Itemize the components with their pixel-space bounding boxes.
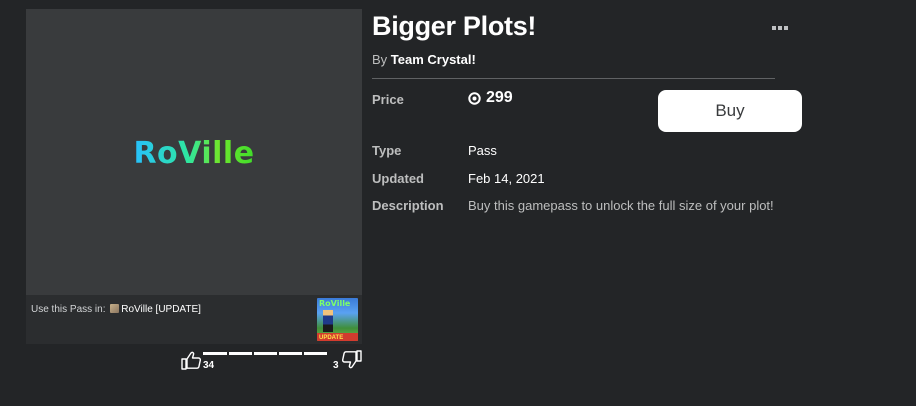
- more-dot: [772, 26, 776, 30]
- more-options-icon[interactable]: [772, 25, 788, 31]
- vote-bar-segment-gap: [252, 352, 254, 355]
- updated-label: Updated: [372, 171, 424, 186]
- robux-icon: [468, 91, 481, 105]
- vote-bar-segment-gap: [302, 352, 304, 355]
- vote-ratio-bar: [203, 352, 327, 355]
- description-text: Buy this gamepass to unlock the full siz…: [468, 198, 774, 213]
- roville-logo: RoVille: [133, 135, 255, 171]
- game-thumbnail[interactable]: RoVille UPDATE: [317, 298, 358, 341]
- game-mini-icon: [110, 304, 120, 313]
- more-dot: [784, 26, 788, 30]
- downvote-count: 3: [333, 360, 339, 371]
- item-thumbnail: RoVille: [26, 9, 362, 295]
- thumbs-down-icon[interactable]: [341, 350, 363, 370]
- price-amount: 299: [486, 89, 513, 106]
- game-thumbnail-title: RoVille: [319, 299, 351, 308]
- creator-line: By Team Crystal!: [372, 52, 476, 67]
- use-pass-text: Use this Pass in: RoVille [UPDATE]: [31, 304, 201, 315]
- item-title: Bigger Plots!: [372, 11, 537, 41]
- updated-value: Feb 14, 2021: [468, 171, 545, 186]
- description-label: Description: [372, 198, 444, 213]
- type-value: Pass: [468, 143, 497, 158]
- game-thumbnail-avatar: [323, 310, 333, 332]
- game-thumbnail-banner-text: UPDATE: [319, 335, 344, 341]
- use-pass-section: Use this Pass in: RoVille [UPDATE] RoVil…: [26, 295, 362, 344]
- vote-section: 34 3: [180, 348, 362, 372]
- thumbs-up-icon[interactable]: [180, 350, 202, 370]
- more-dot: [778, 26, 782, 30]
- vote-bar-segment-gap: [277, 352, 279, 355]
- vote-bar-segment-gap: [227, 352, 229, 355]
- price-label: Price: [372, 92, 404, 107]
- price-value: 299: [468, 89, 513, 107]
- use-pass-label: Use this Pass in:: [31, 304, 106, 315]
- upvote-count: 34: [203, 360, 215, 371]
- type-label: Type: [372, 143, 402, 158]
- buy-button[interactable]: Buy: [658, 90, 802, 132]
- game-link[interactable]: RoVille [UPDATE]: [121, 304, 201, 315]
- creator-link[interactable]: Team Crystal!: [391, 52, 476, 67]
- divider: [372, 78, 775, 79]
- item-thumbnail-card: RoVille Use this Pass in: RoVille [UPDAT…: [26, 9, 362, 344]
- by-prefix: By: [372, 52, 388, 67]
